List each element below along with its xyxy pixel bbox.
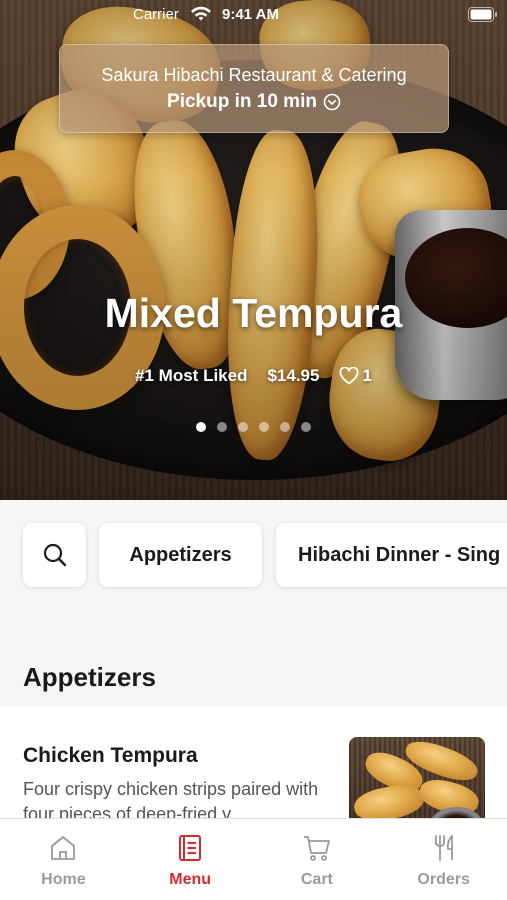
tab-menu[interactable]: Menu xyxy=(127,819,254,900)
pickup-time-label: Pickup in 10 min xyxy=(167,91,317,112)
search-icon xyxy=(43,543,66,567)
featured-item-meta: #1 Most Liked $14.95 1 xyxy=(0,366,507,386)
heart-icon xyxy=(340,367,359,385)
restaurant-pickup-card[interactable]: Sakura Hibachi Restaurant & Catering Pic… xyxy=(59,44,449,133)
restaurant-name: Sakura Hibachi Restaurant & Catering xyxy=(101,65,407,85)
wifi-icon xyxy=(191,6,211,21)
search-button[interactable] xyxy=(23,523,86,587)
bottom-tab-bar: Home Menu Cart Orders xyxy=(0,818,507,900)
home-icon xyxy=(51,836,76,860)
pickup-time-selector[interactable]: Pickup in 10 min xyxy=(60,91,448,113)
chevron-down-circle-icon xyxy=(323,93,341,111)
carousel-indicator[interactable] xyxy=(0,422,507,432)
carousel-dot[interactable] xyxy=(238,422,248,432)
carousel-dot[interactable] xyxy=(196,422,206,432)
tab-cart-label: Cart xyxy=(300,871,333,888)
cart-icon xyxy=(303,836,330,861)
status-bar: Carrier 9:41 AM xyxy=(0,0,507,30)
section-title: Appetizers xyxy=(23,662,156,692)
tab-cart[interactable]: Cart xyxy=(254,819,381,900)
category-appetizers[interactable]: Appetizers xyxy=(99,523,262,587)
battery-icon xyxy=(468,7,497,22)
carousel-dot[interactable] xyxy=(259,422,269,432)
featured-item-title: Mixed Tempura xyxy=(104,290,403,336)
menu-icon xyxy=(179,835,202,861)
carousel-dot[interactable] xyxy=(301,422,311,432)
clock: 9:41 AM xyxy=(222,6,279,23)
tab-home-label: Home xyxy=(41,871,86,888)
carrier-label: Carrier xyxy=(133,6,179,23)
menu-item-name: Chicken Tempura xyxy=(23,744,198,767)
hero-banner[interactable]: Carrier 9:41 AM Sakura Hibachi Restauran… xyxy=(0,0,507,500)
carousel-dot[interactable] xyxy=(217,422,227,432)
featured-item-price: $14.95 xyxy=(267,366,320,385)
like-count-value: 1 xyxy=(362,366,372,385)
tab-home[interactable]: Home xyxy=(0,819,127,900)
like-count[interactable]: 1 xyxy=(339,366,372,386)
carousel-dot[interactable] xyxy=(280,422,290,432)
most-liked-badge: #1 Most Liked xyxy=(135,366,248,385)
tab-menu-label: Menu xyxy=(169,871,212,888)
tab-orders-label: Orders xyxy=(417,871,470,888)
menu-item-card[interactable]: Chicken Tempura Four crispy chicken stri… xyxy=(0,706,507,837)
category-bar: Appetizers Hibachi Dinner - Sing xyxy=(0,500,507,620)
tab-orders[interactable]: Orders xyxy=(380,819,507,900)
category-hibachi-dinner[interactable]: Hibachi Dinner - Sing xyxy=(276,523,507,587)
fork-knife-icon xyxy=(434,835,453,861)
